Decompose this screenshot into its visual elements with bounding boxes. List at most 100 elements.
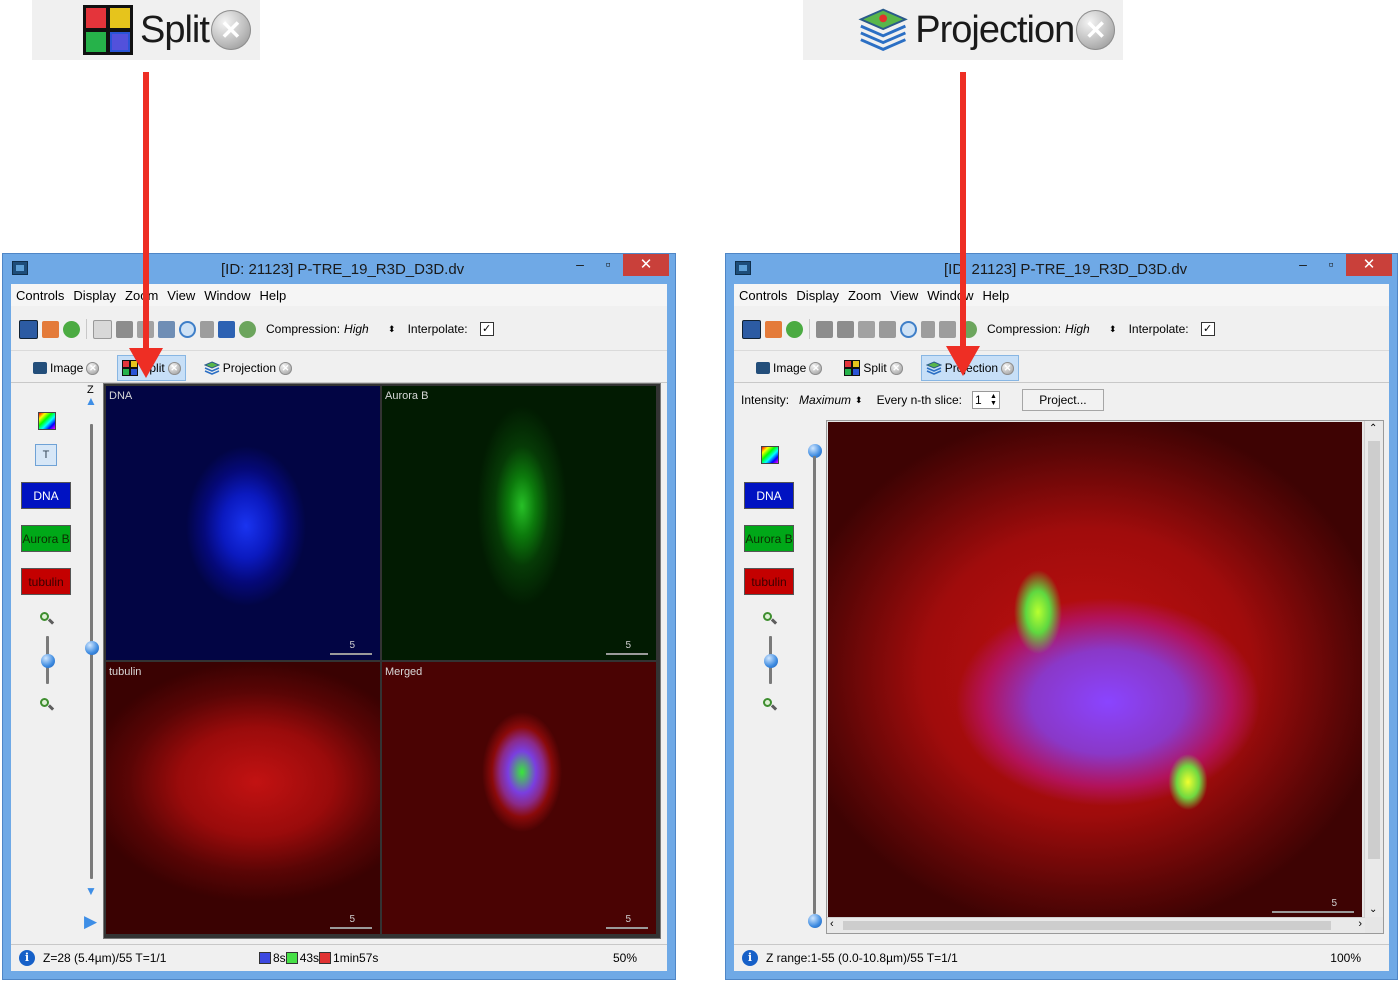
zoom-in-icon[interactable] (40, 612, 54, 626)
info-icon[interactable]: i (19, 950, 35, 966)
export-icon[interactable] (218, 320, 235, 338)
scroll-left-icon[interactable]: ‹ (830, 918, 834, 930)
menu-controls[interactable]: Controls (16, 288, 64, 303)
tab-split[interactable]: Split ✕ (840, 356, 906, 380)
z-slider-knob[interactable] (85, 641, 99, 655)
zoom-icon[interactable] (179, 320, 196, 338)
split-window: [ID: 21123] P-TRE_19_R3D_D3D.dv – ▫ ✕ Co… (2, 253, 676, 980)
compression-select[interactable]: High (1065, 322, 1105, 336)
color-palette-icon[interactable] (761, 446, 779, 464)
close-icon[interactable]: ✕ (889, 361, 903, 375)
chevron-updown-icon[interactable]: ⬍ (855, 395, 863, 406)
projection-image[interactable]: 5 (828, 422, 1362, 918)
title-bar[interactable]: [ID: 21123] P-TRE_19_R3D_D3D.dv – ▫ ✕ (726, 254, 1397, 284)
z-down-arrow-icon[interactable]: ▼ (85, 884, 97, 898)
scroll-down-icon[interactable]: ⌄ (1369, 904, 1377, 915)
close-button[interactable]: ✕ (1346, 254, 1392, 276)
movie-icon[interactable] (158, 320, 175, 338)
channel-dna-button[interactable]: DNA (21, 482, 71, 509)
scroll-up-icon[interactable]: ⌃ (1369, 423, 1377, 434)
edit-icon[interactable] (42, 320, 59, 338)
menu-view[interactable]: View (167, 288, 195, 303)
title-bar[interactable]: [ID: 21123] P-TRE_19_R3D_D3D.dv – ▫ ✕ (3, 254, 675, 284)
channel-dna-button[interactable]: DNA (744, 482, 794, 509)
menu-help[interactable]: Help (982, 288, 1009, 303)
refresh-icon[interactable] (786, 320, 803, 338)
settings-icon[interactable] (239, 320, 256, 338)
zoom-icon[interactable] (900, 320, 917, 338)
minimize-button[interactable]: – (1292, 254, 1314, 276)
menu-window[interactable]: Window (927, 288, 973, 303)
nth-slice-stepper[interactable]: 1 ▲ ▼ (971, 391, 1000, 409)
chevron-updown-icon[interactable]: ⬍ (388, 324, 396, 335)
channel-tubulin-button[interactable]: tubulin (21, 568, 71, 595)
close-icon[interactable]: ✕ (279, 361, 293, 375)
close-icon[interactable]: ✕ (167, 361, 181, 375)
vertical-scrollbar[interactable]: ⌃ ⌄ (1364, 421, 1383, 917)
z-range-end-knob[interactable] (808, 914, 822, 928)
paste-icon[interactable] (837, 320, 854, 338)
tab-image[interactable]: Image ✕ (29, 356, 103, 380)
save-icon[interactable] (19, 319, 38, 339)
split-view-canvas: DNA 5 Aurora B 5 tubulin 5 Merged 5 (103, 383, 661, 939)
chevron-updown-icon[interactable]: ⬍ (1109, 324, 1117, 335)
info-icon[interactable]: i (742, 950, 758, 966)
movie-icon[interactable] (879, 320, 896, 338)
zoom-out-icon[interactable] (40, 698, 54, 712)
zoom-in-icon[interactable] (763, 612, 777, 626)
horizontal-scrollbar[interactable]: ‹ › (827, 917, 1365, 933)
zoom-slider-knob[interactable] (764, 654, 778, 668)
measure-icon[interactable] (200, 320, 214, 338)
channel-aurora-b-button[interactable]: Aurora B (744, 525, 794, 552)
aurora-b-panel[interactable]: Aurora B 5 (382, 386, 656, 660)
edit-icon[interactable] (765, 320, 782, 338)
maximize-button[interactable]: ▫ (597, 254, 619, 276)
text-overlay-icon[interactable]: T (35, 444, 57, 466)
save-icon[interactable] (742, 319, 761, 339)
scroll-thumb[interactable] (1368, 441, 1380, 859)
menu-view[interactable]: View (890, 288, 918, 303)
copy-icon[interactable] (816, 320, 833, 338)
play-icon[interactable]: ▶ (84, 912, 97, 932)
close-icon[interactable]: ✕ (809, 361, 823, 375)
compression-select[interactable]: High (344, 322, 384, 336)
scroll-thumb[interactable] (843, 921, 1331, 930)
close-icon[interactable]: ✕ (86, 361, 100, 375)
interpolate-checkbox[interactable]: ✓ (1200, 322, 1215, 336)
intensity-select[interactable]: Maximum (799, 393, 851, 407)
merged-panel[interactable]: Merged 5 (382, 662, 656, 934)
stepper-arrows-icon[interactable]: ▲ ▼ (990, 393, 997, 407)
z-range-slider[interactable] (813, 456, 816, 914)
minimize-button[interactable]: – (569, 254, 591, 276)
tubulin-panel[interactable]: tubulin 5 (106, 662, 380, 934)
paste-icon[interactable] (116, 320, 133, 338)
copy-icon[interactable] (93, 319, 112, 339)
menu-window[interactable]: Window (204, 288, 250, 303)
project-button[interactable]: Project... (1021, 389, 1104, 411)
close-icon[interactable]: ✕ (1001, 361, 1015, 375)
clear-icon[interactable] (858, 320, 875, 338)
tab-image[interactable]: Image ✕ (752, 356, 826, 380)
tab-projection-label: Projection (222, 361, 277, 375)
tab-projection[interactable]: Projection ✕ (200, 356, 296, 380)
dna-panel[interactable]: DNA 5 (106, 386, 380, 660)
zoom-out-icon[interactable] (763, 698, 777, 712)
menu-display[interactable]: Display (73, 288, 116, 303)
zoom-slider-knob[interactable] (41, 654, 55, 668)
close-button[interactable]: ✕ (623, 254, 669, 276)
refresh-icon[interactable] (63, 320, 80, 338)
channel-tubulin-button[interactable]: tubulin (744, 568, 794, 595)
menu-display[interactable]: Display (796, 288, 839, 303)
interpolate-checkbox[interactable]: ✓ (479, 322, 494, 336)
export-icon[interactable] (939, 320, 956, 338)
menu-zoom[interactable]: Zoom (848, 288, 881, 303)
maximize-button[interactable]: ▫ (1320, 254, 1342, 276)
menu-controls[interactable]: Controls (739, 288, 787, 303)
color-palette-icon[interactable] (38, 412, 56, 430)
measure-icon[interactable] (921, 320, 935, 338)
z-up-arrow-icon[interactable]: ▲ (85, 394, 97, 408)
menu-zoom[interactable]: Zoom (125, 288, 158, 303)
channel-aurora-b-button[interactable]: Aurora B (21, 525, 71, 552)
menu-help[interactable]: Help (259, 288, 286, 303)
scroll-right-icon[interactable]: › (1358, 918, 1362, 930)
